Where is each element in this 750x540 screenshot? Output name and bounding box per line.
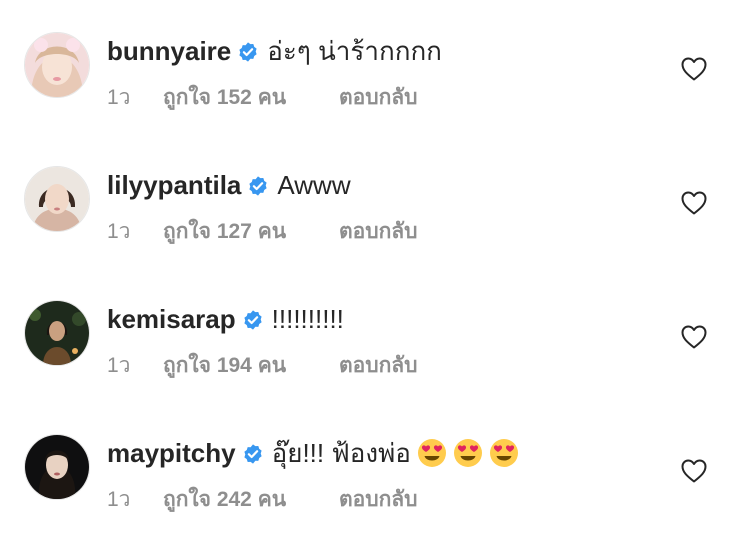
heart-outline-icon[interactable]	[680, 190, 708, 216]
comment-meta: 1ว ถูกใจ 127 คน ตอบกลับ	[107, 218, 418, 246]
heart-outline-icon[interactable]	[680, 324, 708, 350]
comment-text: อ่ะๆ น่าร้ากกกก	[267, 36, 442, 66]
username-link[interactable]: kemisarap	[107, 304, 236, 334]
comment-time: 1ว	[107, 86, 131, 109]
comment-line: kemisarap!!!!!!!!!!	[107, 302, 344, 336]
heart-outline-icon[interactable]	[680, 56, 708, 82]
likes-count[interactable]: ถูกใจ 194 คน	[163, 352, 339, 380]
comment-item: maypitchy อุ๊ย!!! ฟ้องพ่อ 1ว ถูกใจ 242 คนต…	[0, 402, 750, 536]
verified-badge-icon	[249, 176, 268, 196]
comment-line: lilyypantila Awww	[107, 168, 351, 202]
likes-count[interactable]: ถูกใจ 127 คน	[163, 218, 339, 246]
username-link[interactable]: lilyypantila	[107, 170, 241, 200]
reply-button[interactable]: ตอบกลับ	[339, 486, 418, 514]
reply-button[interactable]: ตอบกลับ	[339, 218, 418, 246]
comment-line: bunnyaire อ่ะๆ น่าร้ากกกก	[107, 34, 442, 68]
heart-outline-icon[interactable]	[680, 458, 708, 484]
verified-badge-icon	[243, 444, 262, 464]
comment-item: lilyypantila Awww 1ว ถูกใจ 127 คน ตอบกลับ	[0, 134, 750, 268]
comment-text: อุ๊ย!!! ฟ้องพ่อ	[271, 438, 411, 468]
comment-item: bunnyaire อ่ะๆ น่าร้ากกกก 1ว ถูกใจ 152 คนต…	[0, 0, 750, 134]
comment-meta: 1ว ถูกใจ 194 คน ตอบกลับ	[107, 352, 418, 380]
comment-time: 1ว	[107, 220, 131, 243]
likes-count[interactable]: ถูกใจ 242 คน	[163, 486, 339, 514]
avatar[interactable]	[24, 434, 90, 500]
comment-meta: 1ว ถูกใจ 242 คน ตอบกลับ	[107, 486, 418, 514]
username-link[interactable]: maypitchy	[107, 438, 236, 468]
avatar[interactable]	[24, 32, 90, 98]
verified-badge-icon	[239, 42, 257, 62]
heart-eyes-emoji-icon	[453, 439, 482, 467]
reply-button[interactable]: ตอบกลับ	[339, 84, 418, 112]
comment-line: maypitchy อุ๊ย!!! ฟ้องพ่อ	[107, 436, 519, 470]
verified-badge-icon	[244, 310, 262, 330]
likes-count[interactable]: ถูกใจ 152 คน	[163, 84, 339, 112]
reply-button[interactable]: ตอบกลับ	[339, 352, 418, 380]
comment-time: 1ว	[107, 488, 131, 511]
avatar[interactable]	[24, 300, 90, 366]
comment-item: kemisarap!!!!!!!!!! 1ว ถูกใจ 194 คน ตอบกลั…	[0, 268, 750, 402]
comment-meta: 1ว ถูกใจ 152 คน ตอบกลับ	[107, 84, 418, 112]
heart-eyes-emoji-icon	[417, 439, 446, 467]
comment-time: 1ว	[107, 354, 131, 377]
heart-eyes-emoji-icon	[489, 439, 518, 467]
avatar[interactable]	[24, 166, 90, 232]
comment-text: !!!!!!!!!!	[271, 304, 344, 334]
username-link[interactable]: bunnyaire	[107, 36, 231, 66]
comment-text: Awww	[277, 170, 351, 200]
